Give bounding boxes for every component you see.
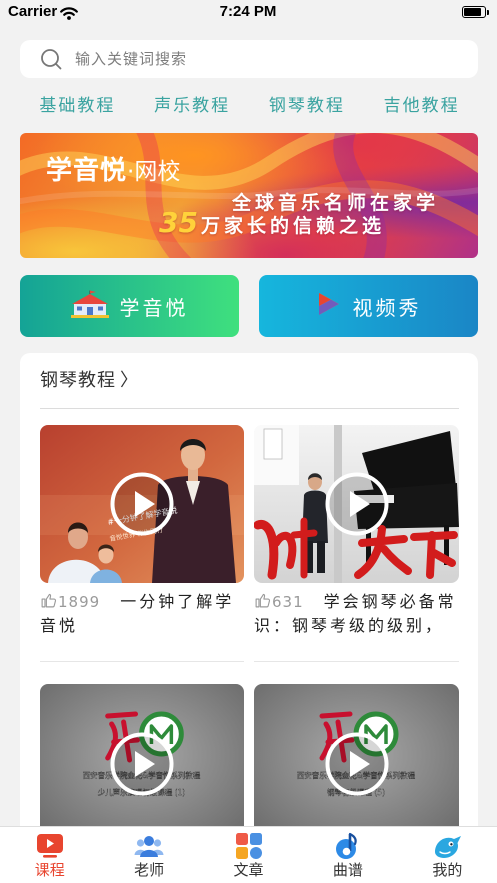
- play-button[interactable]: [325, 472, 389, 536]
- play-button[interactable]: [325, 732, 389, 796]
- promo-banner[interactable]: 学音悦·网校 全球音乐名师在家学 35 万家长的信赖之选: [20, 133, 478, 258]
- battery-icon: [462, 6, 489, 18]
- school-icon: [70, 290, 109, 323]
- chevron-right-icon: 〉: [120, 370, 139, 391]
- tab-label: 课程: [34, 861, 65, 879]
- carrier-label: Carrier: [8, 3, 58, 20]
- video-caption-1[interactable]: 1899 一分钟了解学音悦: [40, 590, 244, 638]
- category-vocal[interactable]: 声乐教程: [154, 94, 230, 118]
- banner-brand-name: 学音悦: [46, 156, 128, 186]
- wifi-icon: [60, 5, 78, 20]
- tab-profile[interactable]: 我的: [398, 827, 497, 883]
- section-divider: [40, 408, 459, 409]
- video-show-button[interactable]: 视频秀: [259, 275, 478, 337]
- section-title: 钢琴教程: [40, 370, 116, 391]
- section-header-piano[interactable]: 钢琴教程〉: [40, 369, 139, 393]
- xueyinyue-label: 学音悦: [119, 295, 189, 320]
- article-icon: [234, 832, 264, 860]
- tab-label: 我的: [432, 861, 463, 879]
- search-bar[interactable]: [20, 40, 478, 78]
- like-count: 631: [272, 593, 304, 611]
- banner-highlight-number: 35: [159, 206, 198, 239]
- item-divider: [40, 661, 244, 662]
- search-input[interactable]: [75, 40, 465, 78]
- category-guitar[interactable]: 吉他教程: [384, 94, 460, 118]
- tab-article[interactable]: 文章: [199, 827, 298, 883]
- bottom-tab-bar: 课程 老师 文章 曲谱 我的: [0, 826, 497, 883]
- status-bar: Carrier 7:24 PM: [0, 0, 497, 24]
- like-count: 1899: [58, 593, 101, 611]
- category-tabs: 基础教程 声乐教程 钢琴教程 吉他教程: [20, 94, 479, 118]
- tab-label: 老师: [134, 861, 165, 879]
- item-divider: [254, 661, 459, 662]
- banner-subline: 35 万家长的信赖之选: [159, 206, 385, 239]
- like-icon: [40, 592, 58, 609]
- video-show-label: 视频秀: [352, 295, 422, 320]
- play-button[interactable]: [110, 732, 174, 796]
- video-show-icon: [316, 291, 342, 322]
- play-button[interactable]: [110, 472, 174, 536]
- tab-label: 曲谱: [332, 861, 363, 879]
- profile-icon: [432, 832, 462, 860]
- banner-brand-suffix: ·网校: [127, 159, 181, 185]
- clock: 7:24 PM: [219, 3, 277, 20]
- video-thumbnail-2[interactable]: [254, 425, 459, 583]
- video-caption-2[interactable]: 631 学会钢琴必备常识：钢琴考级的级别，: [254, 590, 459, 638]
- like-icon: [254, 592, 272, 609]
- tab-label: 文章: [233, 861, 264, 879]
- video-thumbnail-1[interactable]: #一分钟了解学音悦 音悦世界 伴你同行: [40, 425, 244, 583]
- xueyinyue-button[interactable]: 学音悦: [20, 275, 239, 337]
- course-icon: [35, 832, 65, 860]
- video-thumbnail-4[interactable]: 西安音乐学院金花&学音悦系列教程 钢琴初级课程 (5): [254, 684, 459, 842]
- tab-course[interactable]: 课程: [0, 827, 99, 883]
- tab-sheet-music[interactable]: 曲谱: [298, 827, 397, 883]
- banner-subline-text: 万家长的信赖之选: [200, 215, 385, 237]
- sheet-music-icon: [333, 832, 363, 860]
- teacher-icon: [134, 832, 164, 860]
- search-icon: [40, 48, 62, 70]
- category-basic[interactable]: 基础教程: [39, 94, 115, 118]
- category-piano[interactable]: 钢琴教程: [269, 94, 345, 118]
- tab-teacher[interactable]: 老师: [99, 827, 198, 883]
- banner-brand: 学音悦·网校: [46, 150, 180, 187]
- video-thumbnail-3[interactable]: 西安音乐学院金花&学音悦系列教程 少儿声乐演唱初级课程 (1): [40, 684, 244, 842]
